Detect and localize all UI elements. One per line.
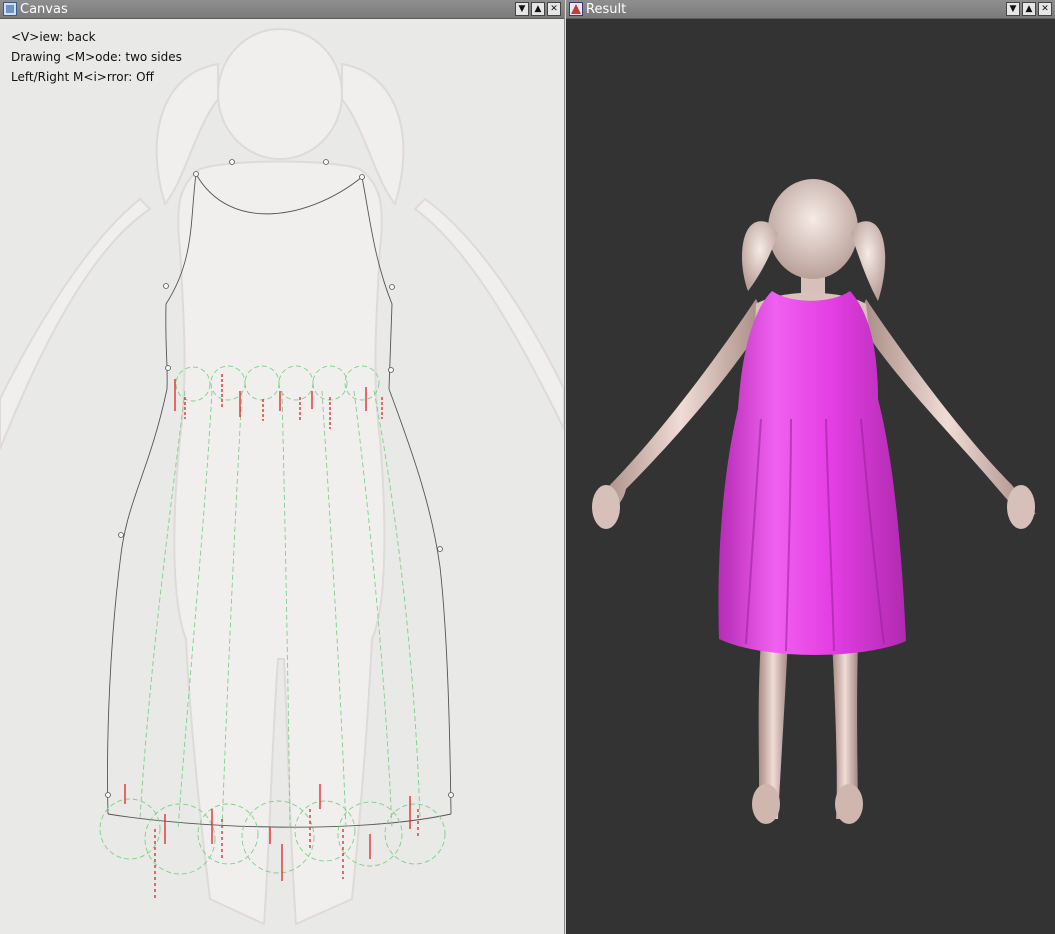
canvas-window: Canvas ▼ ▲ ✕ <V>iew: back Drawing <M>ode…: [0, 0, 565, 934]
canvas-status-overlay: <V>iew: back Drawing <M>ode: two sides L…: [11, 27, 182, 87]
result-app-icon: [569, 2, 583, 16]
close-button[interactable]: ✕: [1038, 2, 1052, 16]
canvas-titlebar[interactable]: Canvas ▼ ▲ ✕: [0, 0, 564, 19]
mode-status: Drawing <M>ode: two sides: [11, 50, 182, 64]
reference-body-silhouette: [0, 28, 564, 926]
drawing-canvas[interactable]: <V>iew: back Drawing <M>ode: two sides L…: [0, 19, 564, 934]
maximize-button[interactable]: ▲: [1022, 2, 1036, 16]
maximize-button[interactable]: ▲: [531, 2, 545, 16]
result-titlebar[interactable]: Result ▼ ▲ ✕: [566, 0, 1055, 19]
result-window-title: Result: [586, 2, 627, 17]
mirror-status: Left/Right M<i>rror: Off: [11, 70, 154, 84]
minimize-button[interactable]: ▼: [515, 2, 529, 16]
canvas-app-icon: [3, 2, 17, 16]
canvas-drawing[interactable]: [0, 19, 564, 934]
minimize-button[interactable]: ▼: [1006, 2, 1020, 16]
result-3d-viewport[interactable]: [566, 19, 1055, 930]
result-window: Result ▼ ▲ ✕: [566, 0, 1055, 934]
view-status: <V>iew: back: [11, 30, 96, 44]
close-button[interactable]: ✕: [547, 2, 561, 16]
canvas-window-title: Canvas: [20, 2, 68, 17]
result-render[interactable]: [566, 19, 1055, 930]
